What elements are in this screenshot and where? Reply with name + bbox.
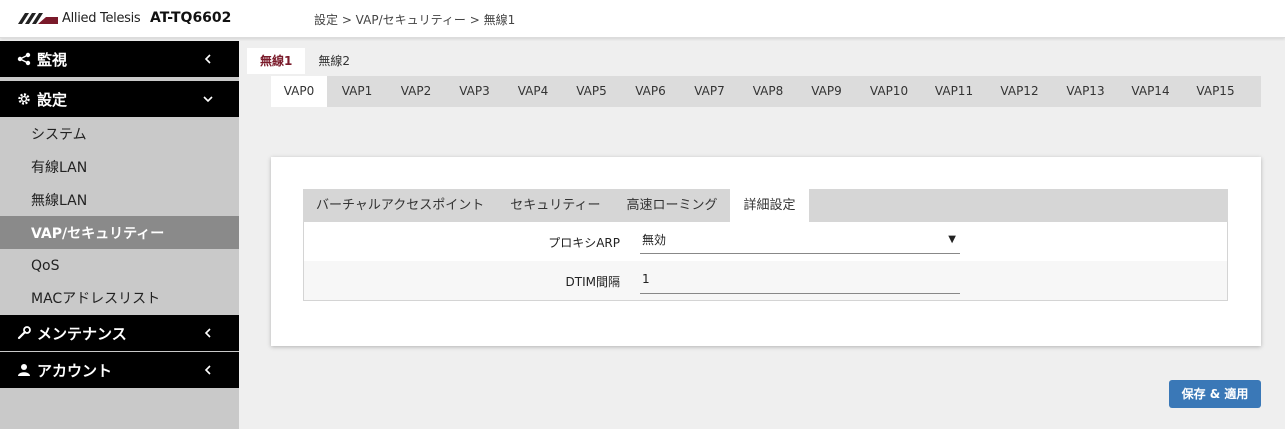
proxy-arp-row: プロキシARP 無効 ▼ (304, 222, 1227, 261)
vap-tabs: VAP0 VAP1 VAP2 VAP3 VAP4 VAP5 VAP6 VAP7 … (271, 76, 1261, 107)
sidebar-item-wireless-lan[interactable]: 無線LAN (0, 183, 239, 216)
sidebar-item-qos[interactable]: QoS (0, 249, 239, 282)
chevron-down-icon (201, 92, 215, 106)
allied-telesis-logo-icon (18, 13, 58, 24)
proxy-arp-value: 無効 (642, 233, 667, 247)
share-icon (16, 51, 32, 67)
chevron-left-icon (201, 52, 215, 66)
tab-radio1[interactable]: 無線1 (247, 48, 306, 74)
dtim-input[interactable]: 1 (640, 269, 960, 294)
save-apply-button[interactable]: 保存 & 適用 (1169, 380, 1261, 408)
user-icon (16, 362, 32, 378)
chevron-left-icon (201, 326, 215, 340)
tab-advanced-settings[interactable]: 詳細設定 (730, 189, 809, 222)
radio-tabs: 無線1 無線2 (247, 48, 363, 74)
gear-icon (16, 91, 32, 107)
tab-virtual-access-point[interactable]: バーチャルアクセスポイント (303, 189, 497, 222)
tab-vap4[interactable]: VAP4 (504, 76, 562, 107)
brand-logo: Allied Telesis (18, 11, 141, 26)
tab-vap8[interactable]: VAP8 (739, 76, 797, 107)
settings-panel: バーチャルアクセスポイント セキュリティー 高速ローミング 詳細設定 プロキシA… (271, 157, 1261, 346)
tab-vap1[interactable]: VAP1 (327, 76, 387, 107)
sidebar-item-label: メンテナンス (37, 324, 127, 343)
tab-vap10[interactable]: VAP10 (856, 76, 922, 107)
sub-tabs: バーチャルアクセスポイント セキュリティー 高速ローミング 詳細設定 (303, 189, 1228, 222)
tab-vap7[interactable]: VAP7 (680, 76, 739, 107)
tab-vap11[interactable]: VAP11 (922, 76, 986, 107)
tab-vap9[interactable]: VAP9 (797, 76, 856, 107)
tab-security[interactable]: セキュリティー (497, 189, 613, 222)
wrench-icon (16, 325, 32, 341)
sidebar-item-monitor[interactable]: 監視 (0, 41, 239, 77)
tab-vap14[interactable]: VAP14 (1118, 76, 1183, 107)
tab-vap6[interactable]: VAP6 (621, 76, 680, 107)
caret-down-icon: ▼ (948, 234, 956, 245)
tab-vap5[interactable]: VAP5 (562, 76, 621, 107)
tab-fast-roaming[interactable]: 高速ローミング (613, 189, 730, 222)
tab-radio2[interactable]: 無線2 (305, 48, 363, 74)
breadcrumb: 設定 > VAP/セキュリティー > 無線1 (314, 13, 516, 27)
tab-vap12[interactable]: VAP12 (986, 76, 1053, 107)
tab-vap3[interactable]: VAP3 (445, 76, 504, 107)
tab-vap2[interactable]: VAP2 (387, 76, 445, 107)
sidebar-item-settings[interactable]: 設定 (0, 81, 239, 117)
tab-vap13[interactable]: VAP13 (1053, 76, 1118, 107)
sidebar-item-account[interactable]: アカウント (0, 352, 239, 388)
device-model: AT-TQ6602 (150, 10, 232, 26)
proxy-arp-label: プロキシARP (548, 236, 620, 250)
sidebar-item-maintenance[interactable]: メンテナンス (0, 315, 239, 351)
tab-vap0[interactable]: VAP0 (271, 76, 327, 107)
main-content: 無線1 無線2 VAP0 VAP1 VAP2 VAP3 VAP4 VAP5 VA… (239, 41, 1285, 429)
sidebar: 監視 設定 システム 有線LAN 無線LAN VAP/セキュリティー QoS M… (0, 41, 239, 429)
top-bar: Allied Telesis AT-TQ6602 設定 > VAP/セキュリティ… (0, 0, 1285, 38)
sidebar-item-label: アカウント (37, 361, 113, 380)
tab-vap15[interactable]: VAP15 (1183, 76, 1248, 107)
sidebar-item-mac-address-list[interactable]: MACアドレスリスト (0, 281, 239, 314)
advanced-settings-form: プロキシARP 無効 ▼ DTIM間隔 1 (303, 222, 1228, 301)
brand-name: Allied Telesis (62, 11, 141, 26)
sidebar-item-label: 監視 (37, 50, 68, 69)
sidebar-item-label: 設定 (37, 90, 68, 109)
sidebar-item-system[interactable]: システム (0, 117, 239, 150)
dtim-label: DTIM間隔 (565, 275, 620, 289)
proxy-arp-select[interactable]: 無効 ▼ (640, 230, 960, 254)
sidebar-item-wired-lan[interactable]: 有線LAN (0, 150, 239, 183)
sidebar-item-vap-security[interactable]: VAP/セキュリティー (0, 216, 239, 249)
dtim-row: DTIM間隔 1 (304, 261, 1227, 300)
chevron-left-icon (201, 363, 215, 377)
